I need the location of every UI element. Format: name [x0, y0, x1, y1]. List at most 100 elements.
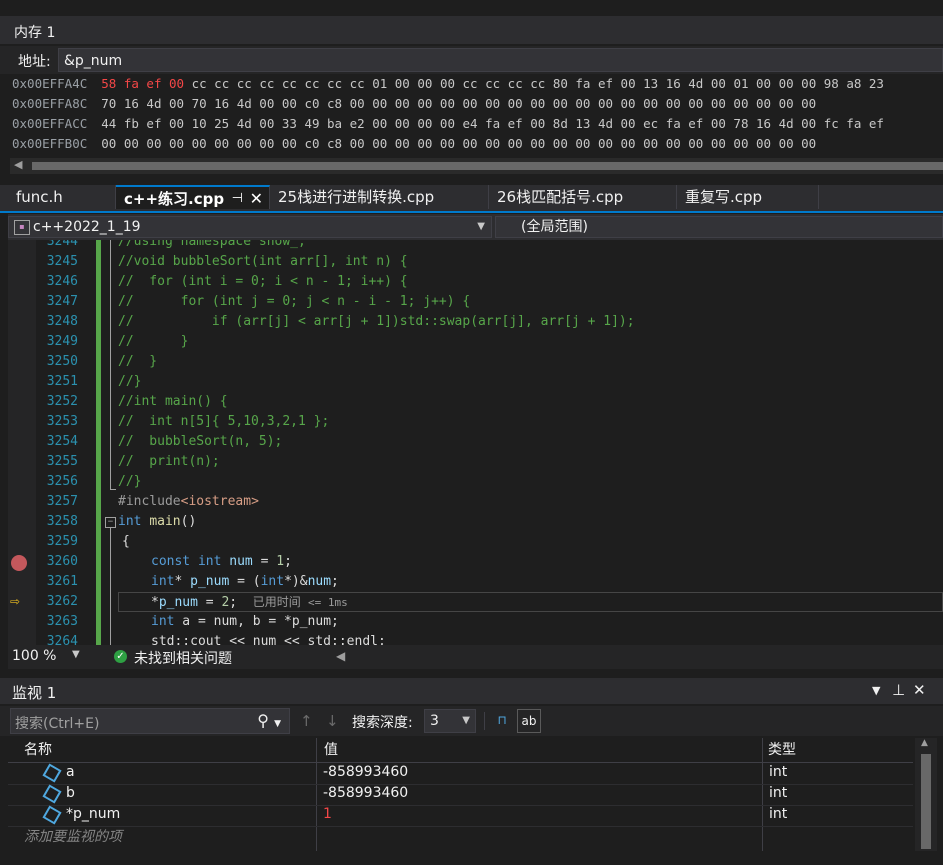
search-depth-value: 3	[430, 713, 439, 729]
code-token: =	[197, 595, 222, 610]
arrow-down-icon[interactable]: ↓	[326, 712, 339, 730]
document-tabs: func.h c++练习.cpp ⊣ ✕ 25栈进行进制转换.cpp 26栈匹配…	[0, 185, 943, 211]
watch-vscrollbar[interactable]: ▲	[915, 738, 937, 851]
glyph-margin[interactable]	[8, 240, 36, 645]
watch-name[interactable]: a	[66, 764, 75, 780]
memory-row: 0x00EFFA4C 58 fa ef 00 cc cc cc cc cc cc …	[12, 76, 884, 96]
code-line: int* p_num = (int*)&num;	[151, 572, 339, 592]
line-number: 3264	[46, 634, 78, 645]
breakpoint-icon[interactable]	[11, 555, 27, 571]
keyword-token: int	[151, 614, 175, 629]
code-token: ;	[331, 574, 339, 589]
issues-status[interactable]: 未找到相关问题	[134, 648, 232, 668]
scroll-up-icon[interactable]: ▲	[921, 738, 928, 748]
collapse-icon[interactable]: −	[105, 517, 116, 528]
memory-bytes: 44 fb ef 00 10 25 4d 00 33 49 ba e2 00 0…	[101, 116, 884, 131]
tab-26-stack[interactable]: 26栈匹配括号.cpp	[489, 185, 677, 209]
pin-icon[interactable]: ⊥	[892, 681, 905, 699]
watch-window-title: 监视 1 ▼ ⊥ ✕	[0, 678, 943, 704]
column-header-value[interactable]: 值	[320, 738, 338, 762]
project-dropdown[interactable]: ▪ c++2022_1_19 ▼	[8, 216, 492, 238]
memory-title: 内存 1	[14, 25, 56, 41]
arrow-up-icon[interactable]: ↑	[300, 712, 313, 730]
add-watch-placeholder[interactable]: 添加要监视的项	[24, 826, 122, 846]
search-placeholder: 搜索(Ctrl+E)	[15, 716, 100, 732]
project-icon: ▪	[14, 220, 30, 235]
chevron-down-icon[interactable]: ▼	[72, 649, 80, 660]
memory-rows: 0x00EFFA4C 58 fa ef 00 cc cc cc cc cc cc …	[0, 76, 943, 156]
code-token: ()	[180, 514, 197, 529]
variable-token: num	[229, 554, 253, 569]
pin-watch-icon[interactable]: ⊓	[490, 709, 514, 733]
watch-value[interactable]: 1	[323, 806, 332, 822]
variable-token: num	[307, 574, 332, 589]
code-line: *p_num = 2; 已用时间 <= 1ms	[151, 592, 348, 612]
watch-row[interactable]: b -858993460 int	[8, 784, 913, 806]
tab-cpp-practice[interactable]: c++练习.cpp ⊣ ✕	[116, 185, 270, 209]
close-icon[interactable]: ✕	[250, 187, 263, 211]
column-header-type[interactable]: 类型	[764, 738, 796, 762]
code-line: // bubbleSort(n, 5);	[118, 434, 283, 449]
scroll-left-icon[interactable]: ◀	[336, 649, 345, 663]
watch-value[interactable]: -858993460	[323, 764, 408, 780]
pin-icon[interactable]: ⊣	[232, 187, 243, 211]
code-line: // if (arr[j] < arr[j + 1])std::swap(arr…	[118, 314, 635, 329]
memory-bytes: cc cc cc cc cc cc cc cc 01 00 00 00 cc c…	[191, 76, 884, 91]
line-number: 3245	[46, 254, 78, 269]
code-line: //using namespace show_;	[118, 240, 306, 249]
watch-row[interactable]: *p_num 1 int	[8, 805, 913, 827]
code-line: //void bubbleSort(int arr[], int n) {	[118, 254, 408, 269]
column-header-name[interactable]: 名称	[20, 738, 52, 762]
scope-dropdown[interactable]: (全局范围)	[495, 216, 943, 238]
tab-label: 重复写.cpp	[685, 188, 763, 206]
code-line: std::cout << num << std::endl;	[151, 634, 386, 645]
navigation-bar: ▪ c++2022_1_19 ▼ (全局范围)	[8, 214, 943, 240]
tab-repeat[interactable]: 重复写.cpp	[677, 185, 819, 209]
line-number: 3252	[46, 394, 78, 409]
zoom-level[interactable]: 100 %	[12, 648, 56, 664]
elapsed-label: 已用时间	[252, 595, 301, 609]
code-token: a = num, b = *p_num;	[174, 614, 339, 629]
code-token: *	[174, 574, 191, 589]
memory-bytes: 00 00 00 00 00 00 00 00 00 c0 c8 00 00 0…	[101, 136, 817, 151]
memory-address: 0x00EFFB0C	[12, 136, 88, 151]
tab-25-stack[interactable]: 25栈进行进制转换.cpp	[270, 185, 489, 209]
line-number: 3254	[46, 434, 78, 449]
search-icon[interactable]: ⚲ ▼	[257, 711, 281, 730]
instruction-pointer-icon[interactable]: ⇨	[10, 591, 20, 610]
watch-type: int	[769, 785, 788, 801]
line-number: 3251	[46, 374, 78, 389]
code-editor[interactable]: 3244 3245 3246 3247 3248 3249 3250 3251 …	[8, 240, 943, 645]
watch-name[interactable]: b	[66, 785, 75, 801]
elapsed-time-tip: 已用时间 <= 1ms	[253, 595, 348, 609]
code-token: *	[151, 595, 159, 610]
format-icon[interactable]: ab	[517, 709, 541, 733]
watch-value[interactable]: -858993460	[323, 785, 408, 801]
address-input[interactable]: &p_num	[58, 48, 943, 72]
code-line: // int n[5]{ 5,10,3,2,1 };	[118, 414, 330, 429]
line-number: 3246	[46, 274, 78, 289]
line-number: 3250	[46, 354, 78, 369]
tab-underline	[0, 211, 943, 213]
tab-func-h[interactable]: func.h	[8, 185, 116, 209]
function-token: main	[149, 514, 181, 529]
watch-name[interactable]: *p_num	[66, 806, 120, 822]
keyword-token: int	[118, 514, 142, 529]
tab-label: 26栈匹配括号.cpp	[497, 188, 624, 206]
memory-hscrollbar[interactable]: ◀	[10, 158, 943, 174]
chevron-down-icon[interactable]: ▼	[872, 684, 880, 697]
close-icon[interactable]: ✕	[913, 681, 926, 699]
chevron-down-icon: ▼	[477, 221, 485, 232]
scroll-left-icon[interactable]: ◀	[14, 158, 22, 171]
code-line: // for (int i = 0; i < n - 1; i++) {	[118, 274, 408, 289]
watch-row[interactable]: a -858993460 int	[8, 763, 913, 785]
search-depth-label: 搜索深度:	[352, 715, 413, 731]
code-line: const int num = 1;	[151, 552, 292, 572]
scroll-thumb[interactable]	[921, 754, 931, 849]
watch-search-input[interactable]: 搜索(Ctrl+E) ⚲ ▼	[10, 708, 290, 734]
scroll-thumb[interactable]	[32, 162, 943, 170]
code-line: int a = num, b = *p_num;	[151, 612, 339, 632]
memory-address: 0x00EFFA4C	[12, 76, 88, 91]
search-depth-dropdown[interactable]: 3 ▼	[424, 709, 476, 733]
memory-row: 0x00EFFACC 44 fb ef 00 10 25 4d 00 33 49 …	[12, 116, 884, 136]
